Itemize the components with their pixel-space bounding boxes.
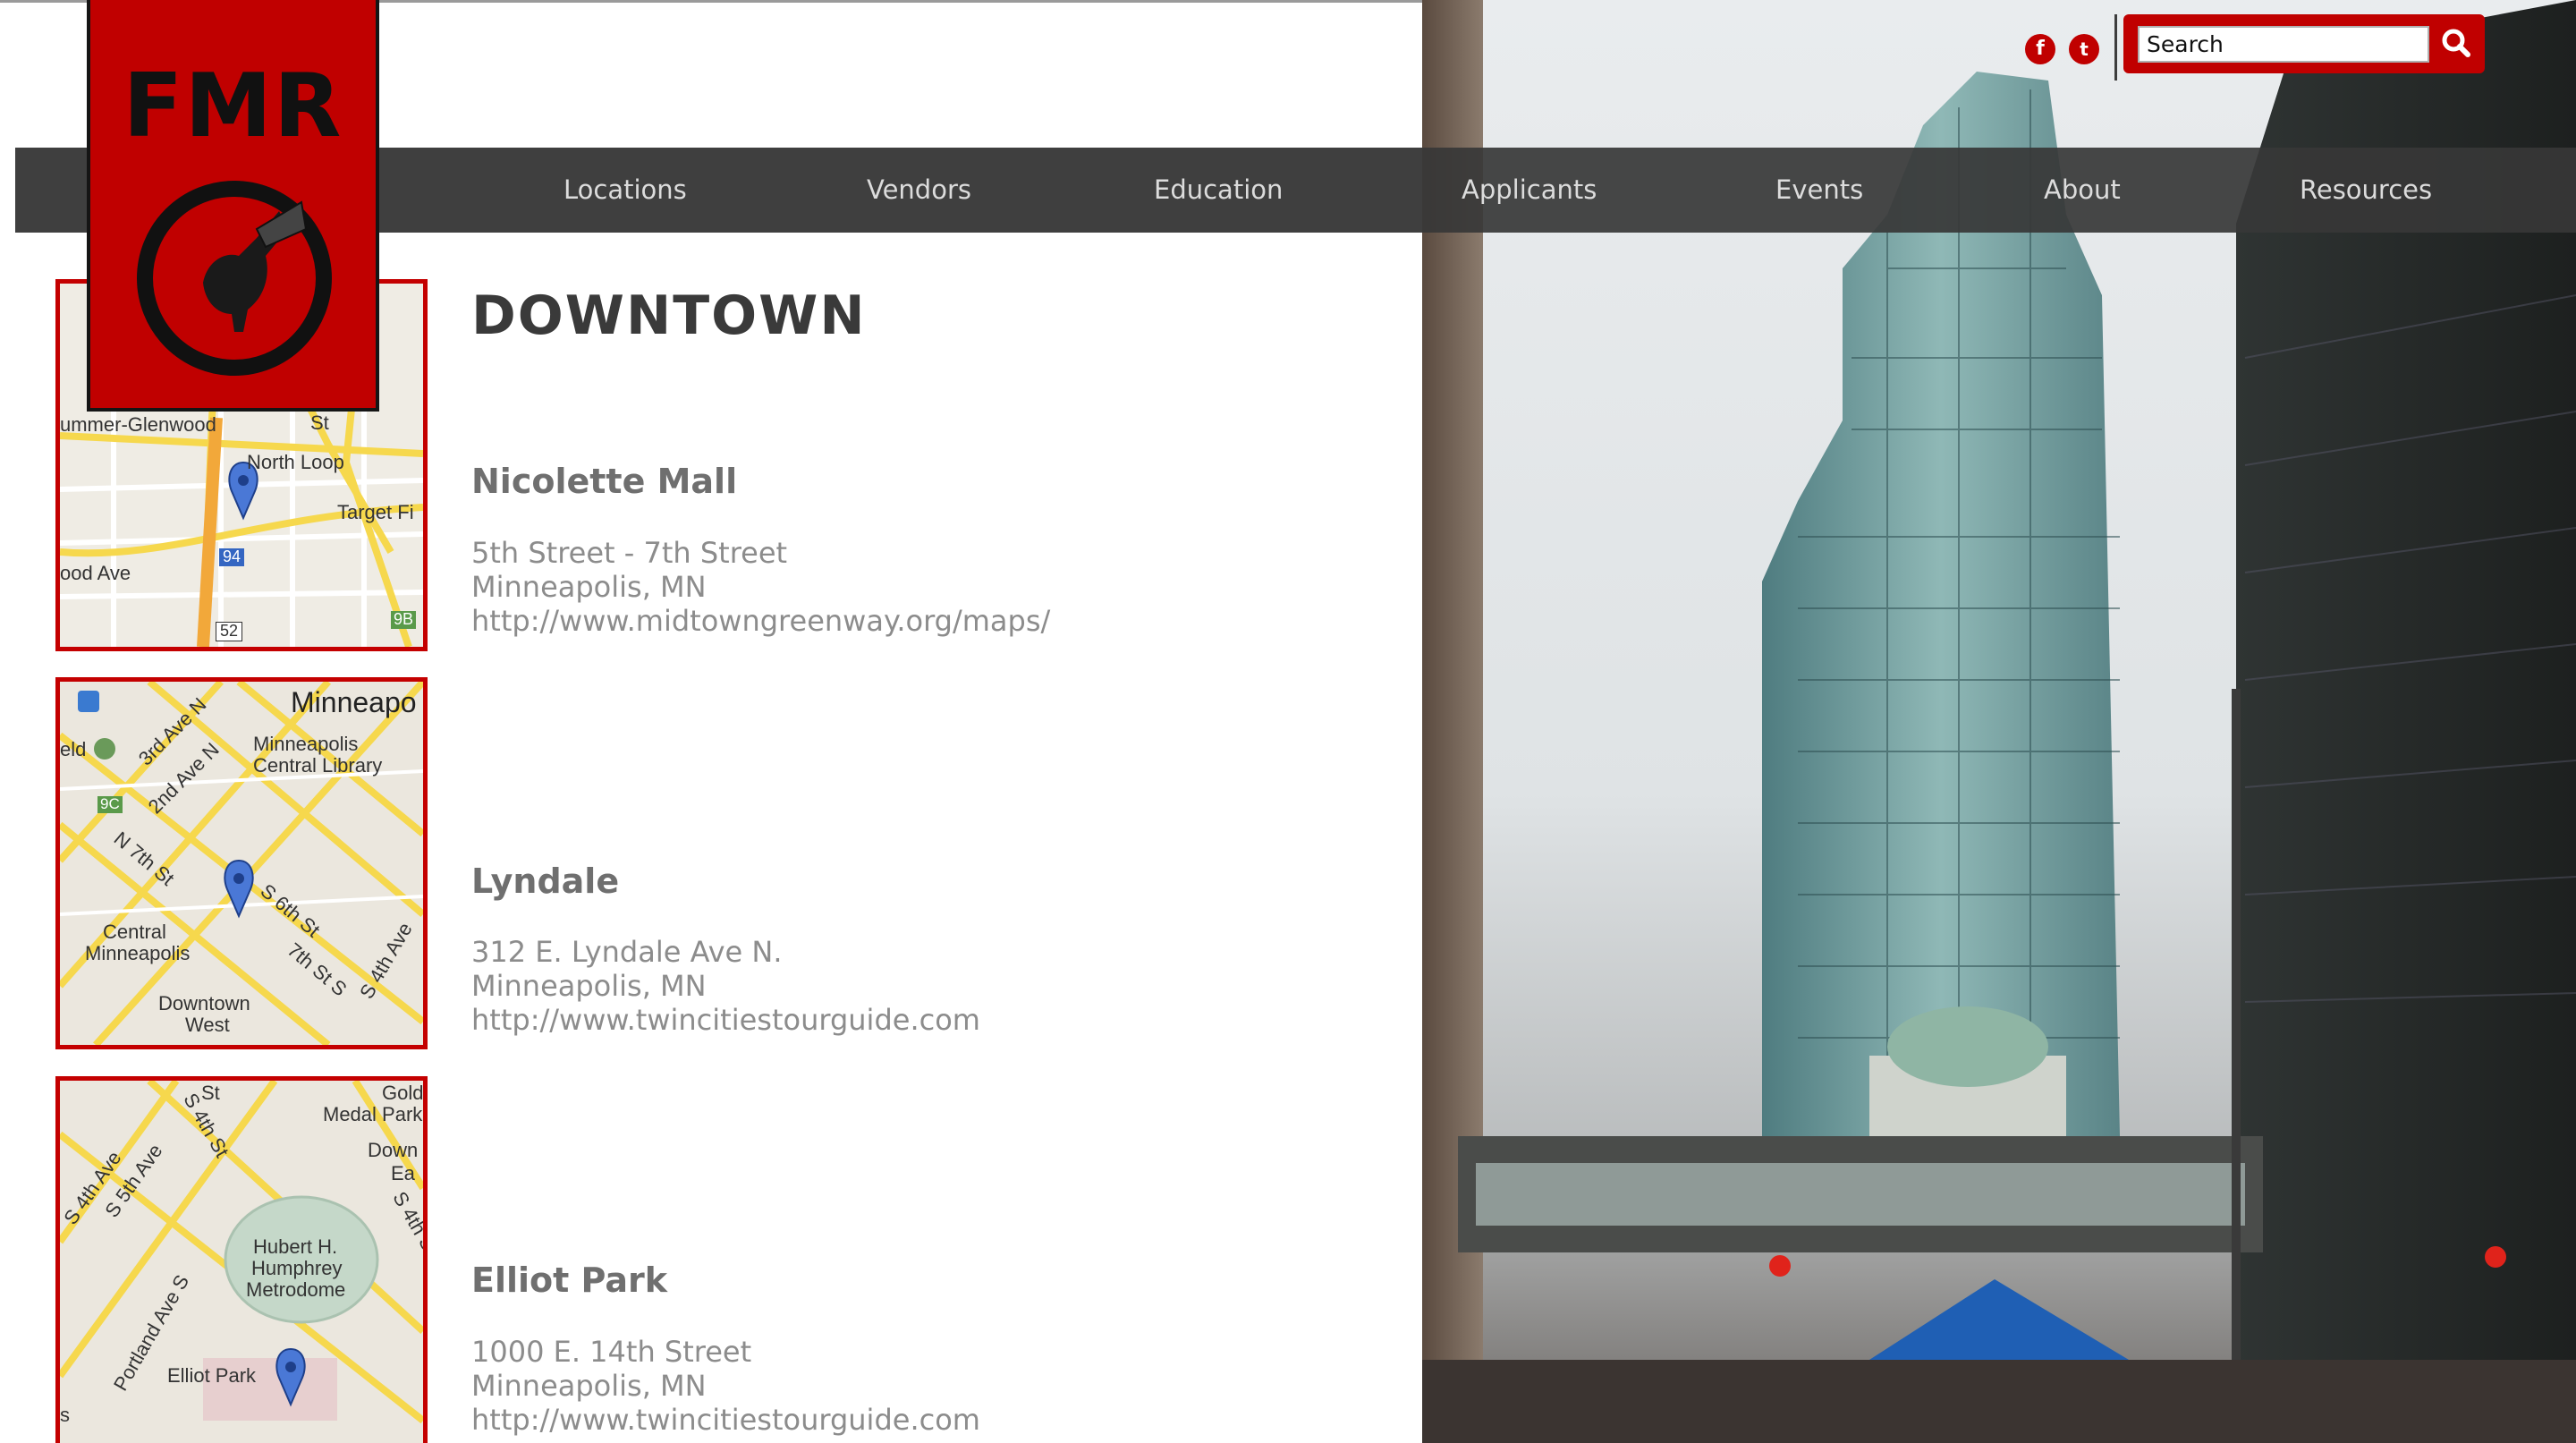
nav-item-resources[interactable]: Resources: [2300, 148, 2432, 233]
location-name: Elliot Park: [471, 1261, 668, 1300]
map-label: 9B: [391, 610, 417, 629]
map-label: Target Fi: [337, 501, 414, 523]
page-title: DOWNTOWN: [471, 284, 867, 347]
nav-item-applicants[interactable]: Applicants: [1462, 148, 1597, 233]
fmr-logo[interactable]: FMR: [87, 0, 379, 412]
nav-item-locations[interactable]: Locations: [564, 148, 687, 233]
map-label: Minneapolis: [253, 733, 359, 755]
map-label: ood Ave: [60, 562, 131, 584]
search-button[interactable]: [2436, 23, 2476, 63]
location-url-link[interactable]: http://www.midtowngreenway.org/maps/: [471, 604, 1050, 638]
location-url-link[interactable]: http://www.twincitiestourguide.com: [471, 1003, 980, 1037]
map-label: Minneapolis: [85, 942, 191, 964]
map-label: St: [201, 1082, 220, 1104]
page: Locations Vendors Education Applicants E…: [0, 0, 2576, 1443]
map-label: Hubert H.: [253, 1235, 338, 1258]
map-label: Minneapo: [291, 686, 417, 718]
map-label: Gold: [382, 1082, 424, 1104]
map-thumbnail-elliot-park[interactable]: Gold Medal Park Down Ea S 4th St S 5th A…: [55, 1076, 428, 1443]
map-label: Downtown: [158, 992, 250, 1014]
location-name: Nicolette Mall: [471, 462, 738, 501]
search-icon: [2442, 29, 2470, 57]
map-thumbnail-lyndale[interactable]: Minneapo Minneapolis Central Library eld…: [55, 677, 428, 1049]
location-city: Minneapolis, MN: [471, 969, 707, 1003]
map-label: eld: [60, 738, 87, 760]
nav-item-events[interactable]: Events: [1775, 148, 1863, 233]
search-input[interactable]: [2138, 26, 2429, 63]
location-address: 1000 E. 14th Street: [471, 1335, 752, 1369]
map-label: s: [60, 1404, 70, 1426]
map-label: ummer-Glenwood: [60, 413, 216, 436]
location-city: Minneapolis, MN: [471, 1369, 707, 1403]
location-name: Lyndale: [471, 862, 620, 901]
map-label: 94: [219, 547, 245, 566]
nav-item-education[interactable]: Education: [1154, 148, 1283, 233]
map-label: St: [310, 412, 329, 434]
twitter-icon[interactable]: t: [2069, 34, 2099, 64]
map-label: Central Library: [253, 754, 383, 777]
location-city: Minneapolis, MN: [471, 570, 707, 604]
map-label: Medal Park: [323, 1103, 423, 1125]
map-label: Metrodome: [246, 1278, 346, 1301]
nav-item-about[interactable]: About: [2044, 148, 2121, 233]
location-address: 5th Street - 7th Street: [471, 536, 788, 570]
map-label: 9C: [97, 795, 123, 813]
nav-item-vendors[interactable]: Vendors: [867, 148, 971, 233]
map-label: West: [185, 1014, 230, 1036]
map-label: 52: [216, 622, 243, 641]
map-label: Elliot Park: [167, 1364, 257, 1387]
map-label: Humphrey: [251, 1257, 343, 1279]
location-address: 312 E. Lyndale Ave N.: [471, 935, 783, 969]
search-divider: [2114, 14, 2117, 81]
map-label: North Loop: [247, 451, 344, 473]
map-label: Central: [103, 921, 166, 943]
facebook-icon[interactable]: f: [2025, 34, 2055, 64]
logo-text: FMR: [123, 55, 343, 157]
map-label: Ea: [391, 1162, 415, 1184]
map-label: Down: [368, 1139, 419, 1161]
rooster-megaphone-icon: [137, 181, 332, 376]
location-url-link[interactable]: http://www.twincitiestourguide.com: [471, 1403, 980, 1437]
